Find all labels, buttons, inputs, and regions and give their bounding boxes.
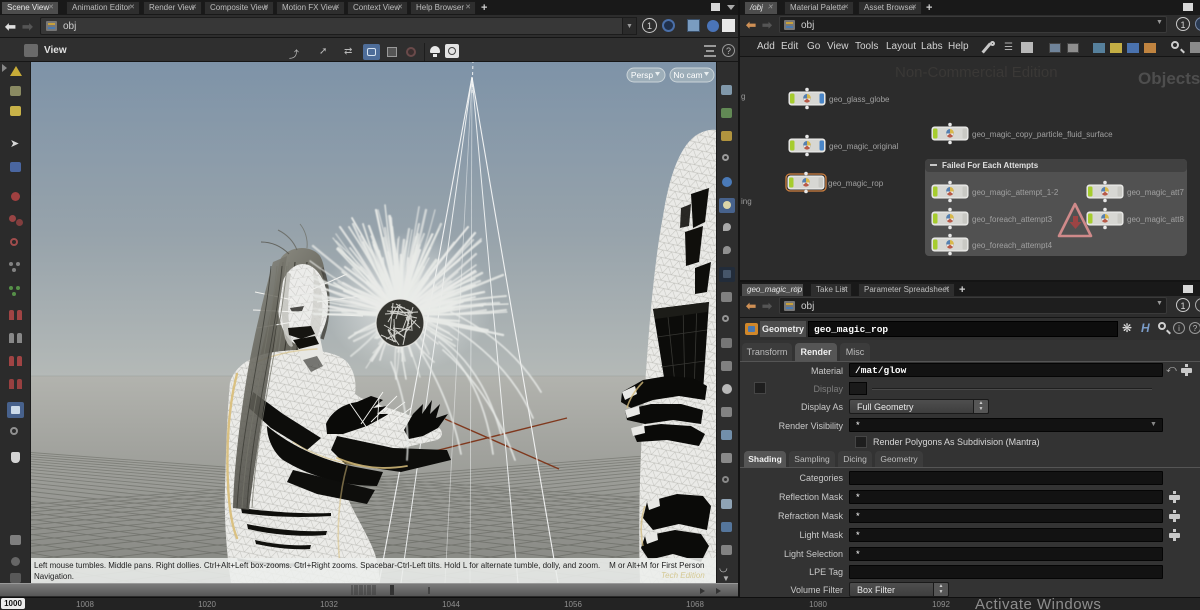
svg-text:Objects: Objects — [1138, 69, 1200, 88]
svg-text:geo_magic_copy_particle_fluid_: geo_magic_copy_particle_fluid_surface — [972, 130, 1113, 139]
svg-text:Tech Edition: Tech Edition — [661, 571, 705, 580]
svg-text:Left mouse tumbles. Middle pan: Left mouse tumbles. Middle pans. Right d… — [34, 561, 705, 570]
svg-text:geo_magic_original: geo_magic_original — [829, 142, 899, 151]
svg-text:Failed For Each Attempts: Failed For Each Attempts — [942, 161, 1039, 170]
svg-text:Persp: Persp — [631, 70, 653, 80]
svg-text:geo_magic_attempt_1-2: geo_magic_attempt_1-2 — [972, 188, 1059, 197]
svg-text:g: g — [741, 92, 745, 101]
svg-text:geo_foreach_attempt3: geo_foreach_attempt3 — [972, 215, 1053, 224]
svg-text:geo_magic_rop: geo_magic_rop — [828, 179, 884, 188]
svg-text:Non-Commercial Edition: Non-Commercial Edition — [895, 64, 1058, 81]
svg-text:geo_foreach_attempt4: geo_foreach_attempt4 — [972, 241, 1053, 250]
svg-text:geo_magic_att7: geo_magic_att7 — [1127, 188, 1184, 197]
svg-text:Navigation.: Navigation. — [34, 572, 74, 581]
svg-text:geo_glass_globe: geo_glass_globe — [829, 95, 890, 104]
svg-text:geo_magic_att8: geo_magic_att8 — [1127, 215, 1184, 224]
svg-text:ing: ing — [741, 197, 752, 206]
svg-text:No cam: No cam — [673, 70, 702, 80]
